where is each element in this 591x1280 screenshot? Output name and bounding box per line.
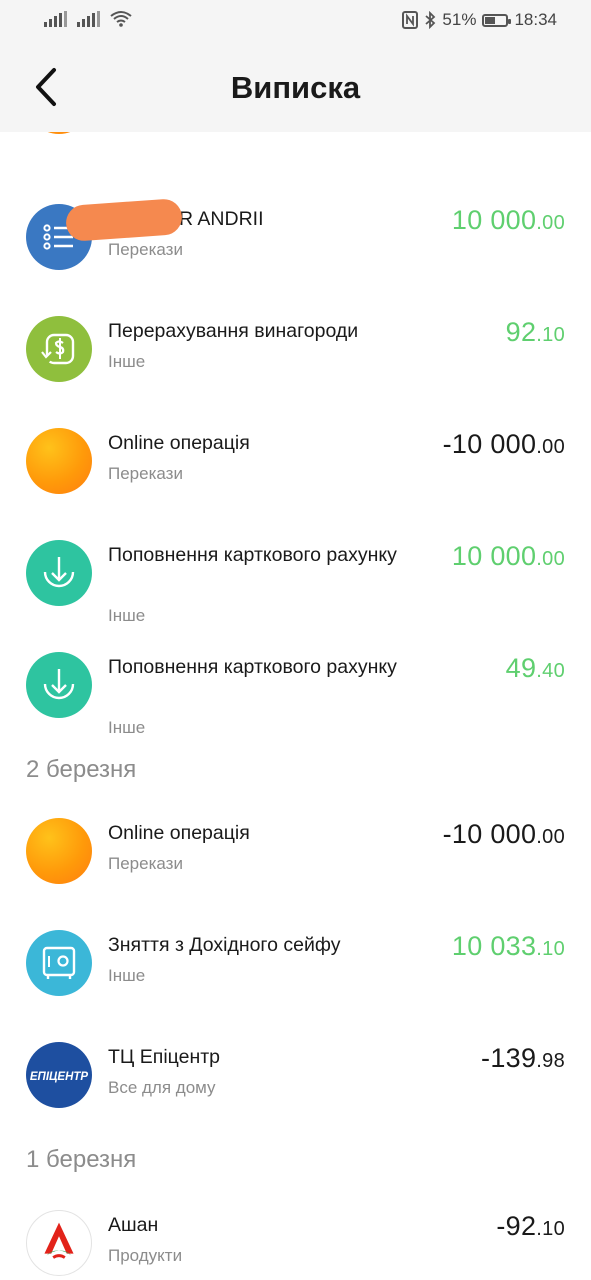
transaction-category: Інше [108,606,146,625]
signal-group [44,10,132,27]
bluetooth-icon [425,11,436,29]
transaction-category: Інше [108,966,146,985]
transaction-row[interactable]: Online операція Перекази -10 000.00 [0,426,591,526]
auchan-logo [26,1210,92,1276]
transaction-row[interactable]: Поповнення карткового рахунку Інше 49.40 [0,650,591,760]
clock: 18:34 [514,10,557,29]
transaction-name: ТЦ Епіцентр [108,1046,220,1068]
transaction-row[interactable]: Ашан Продукти -92.10 [0,1208,591,1280]
page-title: Виписка [230,70,361,105]
transaction-amount: -92.10 [496,1211,565,1241]
operation-icon [26,428,92,494]
transaction-name: Online операція [108,432,250,454]
transaction-name: Поповнення карткового рахунку [108,544,397,566]
transaction-row[interactable]: Перерахування винагороди Інше 92.10 [0,314,591,414]
transaction-name: Зняття з Дохідного сейфу [108,934,341,956]
transaction-amount: 92.10 [505,317,565,347]
transaction-category: Продукти [108,1246,183,1265]
operation-icon [26,818,92,884]
safe-icon [26,930,92,996]
transaction-row[interactable]: ЕПІЦЕНТР ТЦ Епіцентр Все для дому -139.9… [0,1040,591,1140]
date-header: 1 березня [26,1146,137,1173]
epicentr-logo: ЕПІЦЕНТР [26,1042,92,1108]
transaction-amount: 10 033.10 [451,931,565,961]
signal-icon-2 [77,11,100,27]
operation-icon [26,132,92,134]
transaction-amount: 10 000.00 [451,541,565,571]
nfc-icon [402,11,419,29]
transaction-amount: -10 000.00 [442,819,565,849]
transaction-amount: -139.98 [481,1043,565,1073]
status-right: 51% 18:34 [402,10,557,30]
transaction-category: Перекази [108,854,183,873]
transaction-row[interactable]: ER ANDRII Перекази 10 000.00 [0,197,591,302]
signal-icon [44,11,67,27]
transaction-row[interactable]: Зняття з Дохідного сейфу Інше 10 033.10 [0,928,591,1028]
transaction-name: Перерахування винагороди [108,320,359,342]
transaction-name: Ашан [108,1214,159,1236]
transaction-name: ER ANDRII [166,208,264,230]
transaction-name: Поповнення карткового рахунку [108,656,397,678]
transaction-amount: 10 000.00 [451,205,565,235]
transaction-category: Все для дому [108,1078,216,1097]
redaction-mark [64,197,184,243]
transaction-amount: 49.40 [505,653,565,683]
transaction-category: Інше [108,718,146,737]
transaction-row[interactable]: Online операція Перекази -10 000.00 [0,816,591,916]
download-icon [26,652,92,718]
transaction-category: Інше [108,352,146,371]
transaction-row[interactable] [0,132,591,164]
date-header: 2 березня [26,756,137,783]
transaction-list[interactable]: ER ANDRII Перекази 10 000.00 Перерахуван… [0,132,591,1280]
transaction-name: Online операція [108,822,250,844]
download-icon [26,540,92,606]
app-header: Виписка [0,42,591,132]
battery-percent: 51% [442,10,477,29]
svg-text:ЕПІЦЕНТР: ЕПІЦЕНТР [30,1071,89,1083]
transaction-row[interactable]: Поповнення карткового рахунку Інше 10 00… [0,538,591,648]
transaction-amount: -10 000.00 [442,429,565,459]
cashback-icon [26,316,92,382]
status-bar: 51% 18:34 [0,0,591,42]
transaction-category: Перекази [108,240,183,259]
battery-icon [482,13,512,27]
transaction-category: Перекази [108,464,183,483]
wifi-icon [110,11,132,27]
